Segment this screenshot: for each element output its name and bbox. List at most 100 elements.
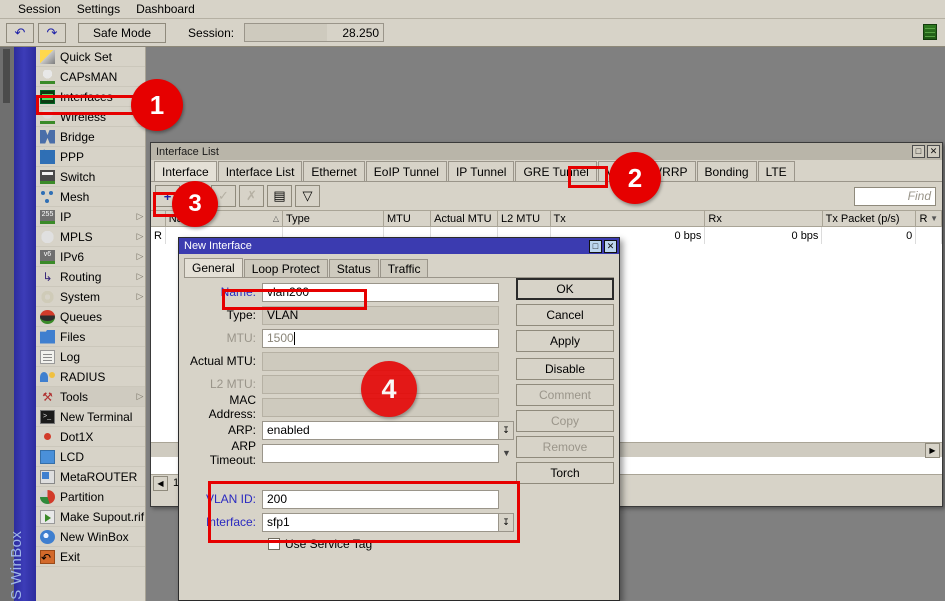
disable-button[interactable]: Disable [516, 358, 614, 380]
sidebar-item-log[interactable]: Log [36, 347, 145, 367]
field-interface-dropdown-arrow-icon[interactable]: ↧ [499, 513, 514, 532]
field-mtu-input[interactable]: 1500 [262, 329, 499, 348]
column-header-type[interactable]: Type [283, 211, 384, 226]
tab-bonding[interactable]: Bonding [697, 161, 757, 181]
tab-eoip-tunnel[interactable]: EoIP Tunnel [366, 161, 447, 181]
field-arp-row: ARP:enabled↧ [184, 420, 514, 440]
field-mac-address-label: MAC Address: [184, 393, 262, 421]
column-header-tx[interactable]: Tx [551, 211, 706, 226]
redo-icon[interactable]: ↷ [38, 23, 66, 43]
use-service-tag-row: Use Service Tag [184, 535, 514, 553]
sidebar-item-switch[interactable]: Switch [36, 167, 145, 187]
field-arp-dropdown-arrow-icon[interactable]: ↧ [499, 421, 514, 440]
sidebar-item-dot1x[interactable]: Dot1X [36, 427, 145, 447]
column-header-rx[interactable]: Rx [705, 211, 822, 226]
column-header-actual-mtu[interactable]: Actual MTU [431, 211, 498, 226]
sidebar-item-wireless[interactable]: Wireless [36, 107, 145, 127]
undo-icon[interactable]: ↶ [6, 23, 34, 43]
scroll-right-icon[interactable]: ▶ [925, 443, 940, 458]
sidebar-item-label: Switch [60, 170, 145, 184]
interface-list-titlebar[interactable]: Interface List □ ✕ [151, 143, 942, 160]
sidebar-item-ip[interactable]: 255IP▷ [36, 207, 145, 227]
close-icon[interactable]: ✕ [927, 145, 940, 158]
tab-interface[interactable]: Interface [154, 161, 217, 181]
column-header-mtu[interactable]: MTU [384, 211, 431, 226]
menubar: Session Settings Dashboard [0, 0, 945, 19]
sidebar-item-label: Log [60, 350, 145, 364]
field-type-input: VLAN [262, 306, 499, 325]
dialog-close-icon[interactable]: ✕ [604, 240, 617, 253]
field-vlan-id-input[interactable]: 200 [262, 490, 499, 509]
dialog-tab-traffic[interactable]: Traffic [380, 259, 429, 277]
chevron-right-icon: ▷ [135, 271, 145, 282]
sidebar-item-label: LCD [60, 450, 145, 464]
sidebar-item-tools[interactable]: ⚒Tools▷ [36, 387, 145, 407]
menu-settings[interactable]: Settings [69, 1, 128, 17]
dialog-restore-icon[interactable]: □ [589, 240, 602, 253]
menu-session[interactable]: Session [10, 1, 69, 17]
column-header-label: Tx [554, 213, 566, 225]
queues-icon [40, 310, 55, 324]
sidebar-item-lcd[interactable]: LCD [36, 447, 145, 467]
ok-button[interactable]: OK [516, 278, 614, 300]
dialog-tab-status[interactable]: Status [329, 259, 379, 277]
scroll-left-icon[interactable]: ◀ [153, 476, 168, 491]
sidebar-item-label: Routing [60, 270, 130, 284]
sidebar-item-radius[interactable]: RADIUS [36, 367, 145, 387]
dialog-titlebar[interactable]: New Interface □ ✕ [179, 238, 619, 254]
sidebar-item-files[interactable]: Files [36, 327, 145, 347]
tab-lte[interactable]: LTE [758, 161, 795, 181]
field-interface-input[interactable]: sfp1 [262, 513, 499, 532]
newwinbox-icon [40, 530, 55, 544]
sidebar-item-routing[interactable]: ↳Routing▷ [36, 267, 145, 287]
apply-button[interactable]: Apply [516, 330, 614, 352]
copy-button: Copy [516, 410, 614, 432]
sidebar-item-metarouter[interactable]: MetaROUTER [36, 467, 145, 487]
column-header-flag[interactable] [151, 211, 166, 226]
filter-button[interactable]: ▽ [295, 185, 320, 207]
session-address-field[interactable]: 28.250 [244, 23, 384, 42]
field-arp-input[interactable]: enabled [262, 421, 499, 440]
tab-ethernet[interactable]: Ethernet [303, 161, 364, 181]
dialog-tab-loop-protect[interactable]: Loop Protect [244, 259, 328, 277]
sidebar-item-quick-set[interactable]: Quick Set [36, 47, 145, 67]
sidebar-item-queues[interactable]: Queues [36, 307, 145, 327]
sidebar-item-exit[interactable]: ↶Exit [36, 547, 145, 567]
sidebar-item-ipv6[interactable]: v6IPv6▷ [36, 247, 145, 267]
main-toolbar: ↶ ↷ Safe Mode Session: 28.250 [0, 19, 945, 47]
sidebar-item-interfaces[interactable]: Interfaces [36, 87, 145, 107]
field-vlan-id-row: VLAN ID:200 [184, 489, 514, 509]
column-header-tx-packet-p-s-[interactable]: Tx Packet (p/s) [823, 211, 917, 226]
dialog-tab-general[interactable]: General [184, 258, 243, 277]
column-menu-icon[interactable]: ▼ [930, 214, 938, 223]
sidebar-item-mpls[interactable]: MPLS▷ [36, 227, 145, 247]
field-name-input[interactable]: vlan200 [262, 283, 499, 302]
sidebar-item-capsman[interactable]: CAPsMAN [36, 67, 145, 87]
badge-3-number: 3 [188, 190, 201, 218]
tab-gre-tunnel[interactable]: GRE Tunnel [515, 161, 596, 181]
cancel-button[interactable]: Cancel [516, 304, 614, 326]
column-header-r[interactable]: R▼ [916, 211, 942, 226]
sidebar-item-new-winbox[interactable]: New WinBox [36, 527, 145, 547]
torch-button[interactable]: Torch [516, 462, 614, 484]
tab-interface-list[interactable]: Interface List [218, 161, 303, 181]
sidebar-item-system[interactable]: System▷ [36, 287, 145, 307]
wireless-icon [40, 110, 55, 124]
use-service-tag-checkbox[interactable] [268, 538, 280, 550]
sidebar-item-mesh[interactable]: Mesh [36, 187, 145, 207]
sidebar-item-partition[interactable]: Partition [36, 487, 145, 507]
column-header-l2-mtu[interactable]: L2 MTU [498, 211, 551, 226]
sidebar-item-make-supout-rif[interactable]: Make Supout.rif [36, 507, 145, 527]
sidebar-item-new-terminal[interactable]: >_New Terminal [36, 407, 145, 427]
menu-dashboard[interactable]: Dashboard [128, 1, 203, 17]
field-mtu-label: MTU: [184, 331, 262, 345]
sidebar-item-ppp[interactable]: PPP [36, 147, 145, 167]
sidebar-item-bridge[interactable]: Bridge [36, 127, 145, 147]
safe-mode-button[interactable]: Safe Mode [78, 23, 166, 43]
find-input[interactable]: Find [854, 187, 936, 206]
field-arp-timeout-dropdown-arrow-icon[interactable]: ▼ [499, 444, 514, 463]
tab-ip-tunnel[interactable]: IP Tunnel [448, 161, 514, 181]
restore-icon[interactable]: □ [912, 145, 925, 158]
log-icon [40, 350, 55, 364]
comment-button[interactable]: ▤ [267, 185, 292, 207]
